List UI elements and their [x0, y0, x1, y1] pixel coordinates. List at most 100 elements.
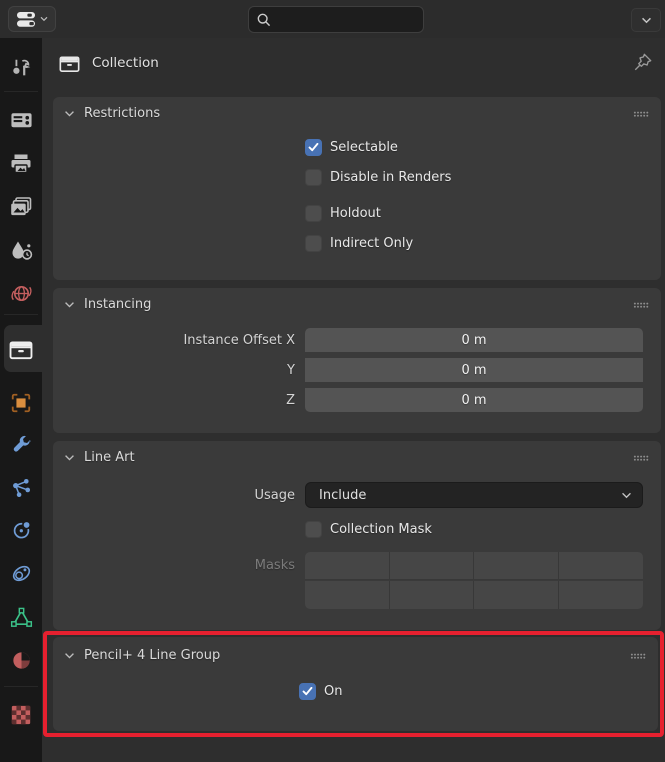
collection-box-icon: [59, 54, 80, 73]
selectable-checkbox[interactable]: [305, 139, 322, 156]
row-instance-offset-y: Y 0 m: [53, 358, 661, 382]
row-usage: Usage Include: [53, 482, 661, 508]
wrench-icon: [10, 434, 33, 457]
chevron-down-icon: [64, 110, 75, 118]
panel-title: Line Art: [84, 450, 135, 465]
panel-line-art: Line Art Usage Include: [53, 441, 661, 630]
drag-handle-icon[interactable]: [633, 301, 649, 309]
search-box[interactable]: [248, 6, 424, 33]
sidebar-tab-constraints[interactable]: [0, 561, 42, 585]
sidebar-tab-world[interactable]: [0, 281, 42, 305]
chevron-down-icon: [64, 301, 75, 309]
render-camera-icon: [10, 110, 33, 130]
mask-toggle-8[interactable]: [559, 581, 644, 609]
panel-title: Restrictions: [84, 106, 160, 121]
disable-in-renders-label: Disable in Renders: [330, 170, 451, 185]
sidebar-tab-tool[interactable]: [0, 56, 42, 80]
texture-checker-icon: [10, 704, 32, 726]
chevron-down-icon: [621, 492, 632, 499]
panel-pencil-header[interactable]: Pencil+ 4 Line Group: [53, 637, 658, 663]
panel-pencil-line-group: Pencil+ 4 Line Group On: [53, 637, 658, 731]
chevron-down-icon: [641, 17, 652, 24]
constraints-icon: [10, 562, 33, 585]
pin-icon: [633, 52, 653, 73]
masks-grid: [305, 552, 643, 609]
mask-toggle-1[interactable]: [305, 552, 390, 580]
instance-offset-x-field[interactable]: 0 m: [305, 328, 643, 352]
instance-offset-y-field[interactable]: 0 m: [305, 358, 643, 382]
sidebar-tab-material[interactable]: [0, 648, 42, 672]
panel-restrictions-header[interactable]: Restrictions: [53, 97, 661, 121]
row-instance-offset-x: Instance Offset X 0 m: [53, 328, 661, 352]
panel-instancing: Instancing Instance Offset X 0 m Y 0 m Z: [53, 288, 661, 433]
sidebar-tab-scene[interactable]: [0, 238, 42, 262]
row-selectable: Selectable: [53, 139, 661, 156]
holdout-label: Holdout: [330, 206, 381, 221]
collection-mask-checkbox[interactable]: [305, 521, 322, 538]
collection-box-icon: [9, 339, 33, 360]
row-masks: Masks: [53, 552, 661, 609]
sidebar-tab-render[interactable]: [0, 108, 42, 132]
row-collection-mask: Collection Mask: [53, 521, 661, 538]
sidebar-tab-modifiers[interactable]: [0, 433, 42, 457]
mask-toggle-3[interactable]: [474, 552, 559, 580]
sidebar-tab-physics[interactable]: [0, 518, 42, 542]
usage-label: Usage: [53, 488, 295, 503]
object-icon: [10, 392, 32, 414]
red-highlight-annotation: Pencil+ 4 Line Group On: [43, 631, 664, 737]
instance-offset-x-label: Instance Offset X: [53, 333, 295, 348]
search-input[interactable]: [276, 13, 416, 27]
indirect-only-checkbox[interactable]: [305, 235, 322, 252]
panel-title: Instancing: [84, 297, 151, 312]
properties-content: Collection Restrictions: [42, 38, 665, 762]
editor-type-button[interactable]: [8, 6, 56, 32]
indirect-only-label: Indirect Only: [330, 236, 413, 251]
sidebar-tab-view-layer[interactable]: [0, 194, 42, 218]
tab-separator: [4, 91, 38, 92]
masks-label: Masks: [53, 558, 295, 573]
on-label: On: [324, 684, 342, 699]
panel-instancing-header[interactable]: Instancing: [53, 288, 661, 312]
usage-dropdown[interactable]: Include: [305, 482, 643, 508]
selectable-label: Selectable: [330, 140, 398, 155]
check-icon: [302, 687, 313, 696]
drag-handle-icon[interactable]: [633, 454, 649, 462]
holdout-checkbox[interactable]: [305, 205, 322, 222]
mask-toggle-4[interactable]: [559, 552, 644, 580]
panel-line-art-header[interactable]: Line Art: [53, 441, 661, 465]
on-checkbox[interactable]: [299, 683, 316, 700]
blender-properties-editor: Collection Restrictions: [0, 0, 665, 762]
mask-toggle-5[interactable]: [305, 581, 390, 609]
sidebar-tab-object[interactable]: [0, 391, 42, 415]
mask-toggle-2[interactable]: [390, 552, 475, 580]
chevron-down-icon: [64, 454, 75, 462]
disable-in-renders-checkbox[interactable]: [305, 169, 322, 186]
usage-value: Include: [319, 488, 621, 503]
panel-restrictions: Restrictions Selectable: [53, 97, 661, 280]
particles-icon: [10, 477, 33, 500]
sidebar-tab-collection[interactable]: [0, 337, 42, 361]
search-icon: [256, 12, 271, 27]
mask-toggle-7[interactable]: [474, 581, 559, 609]
properties-tab-bar: [0, 38, 42, 762]
sidebar-tab-texture[interactable]: [0, 703, 42, 727]
chevron-down-icon: [64, 652, 75, 660]
check-icon: [308, 143, 319, 152]
physics-icon: [10, 519, 33, 542]
properties-header: [0, 0, 665, 38]
instance-offset-z-field[interactable]: 0 m: [305, 388, 643, 412]
sidebar-tab-output[interactable]: [0, 151, 42, 175]
sidebar-tab-object-data[interactable]: [0, 605, 42, 629]
masks-row-2: [305, 581, 643, 609]
drag-handle-icon[interactable]: [630, 652, 646, 660]
row-indirect-only: Indirect Only: [53, 235, 661, 252]
collection-mask-label: Collection Mask: [330, 522, 432, 537]
tab-separator: [4, 686, 38, 687]
sidebar-tab-particles[interactable]: [0, 476, 42, 500]
output-printer-icon: [10, 153, 32, 174]
mask-toggle-6[interactable]: [390, 581, 475, 609]
pin-button[interactable]: [633, 52, 653, 77]
drag-handle-icon[interactable]: [633, 110, 649, 118]
header-menu-button[interactable]: [631, 8, 661, 32]
scene-icon: [10, 240, 33, 261]
